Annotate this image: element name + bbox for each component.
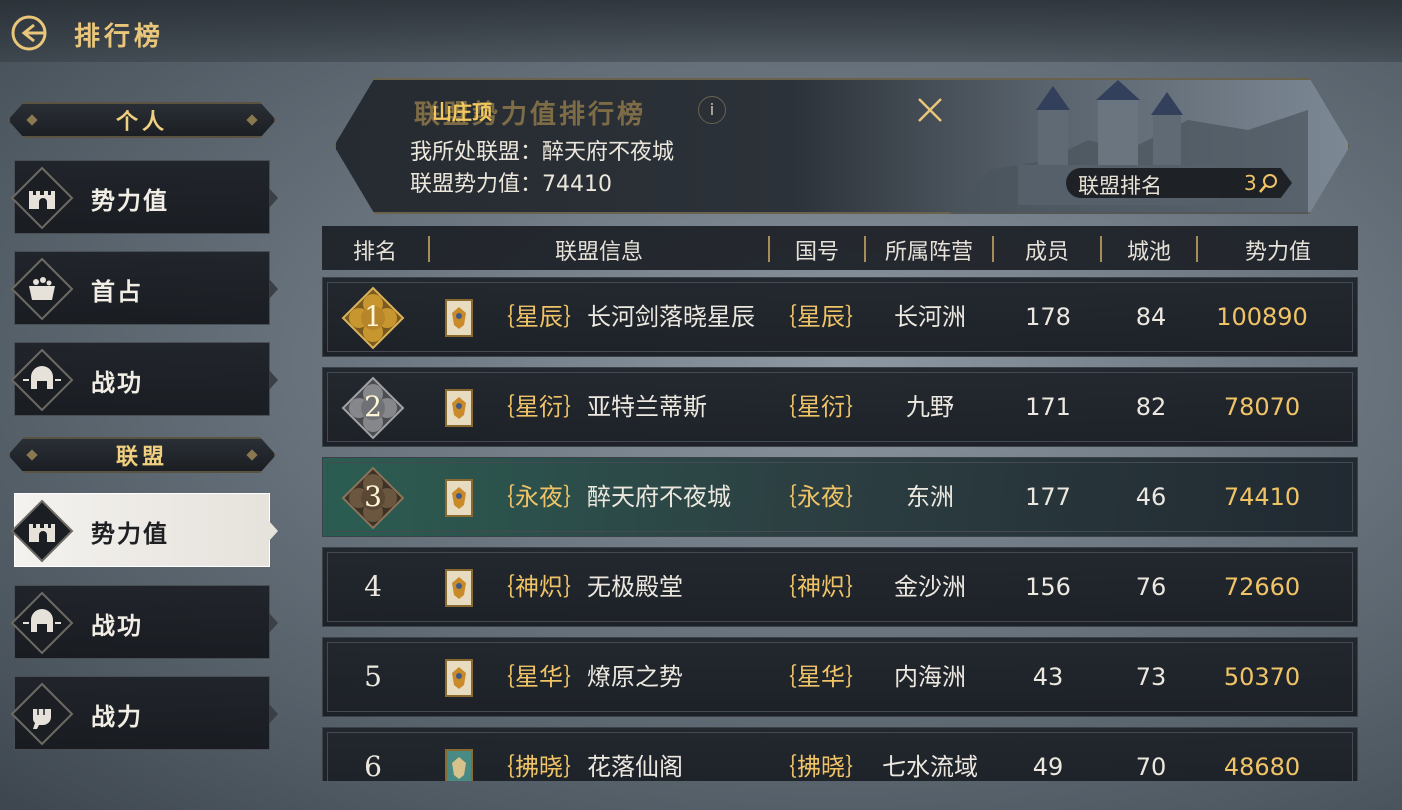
alliance-tag: ｛神炽｝ [491, 573, 587, 601]
cities-cell: 70 [1135, 753, 1167, 781]
camp-cell: 金沙洲 [894, 573, 966, 601]
alliance-flag-icon [445, 659, 473, 697]
alliance-flag-icon [445, 479, 473, 517]
power-cell: 78070 [1223, 393, 1301, 421]
camp-cell: 东洲 [906, 483, 954, 511]
members-cell: 156 [1025, 573, 1071, 601]
alliance-name: ｛神炽｝无极殿堂 [491, 548, 771, 626]
alliance-name-text: 醉天府不夜城 [587, 483, 731, 511]
alliance-name-text: 花落仙阁 [587, 753, 683, 781]
table-row[interactable]: 6 ｛拂晓｝花落仙阁 ｛拂晓｝ 七水流域 49 70 48680 [322, 727, 1358, 781]
alliance-tag: ｛星华｝ [491, 663, 587, 691]
cities-cell: 84 [1135, 303, 1167, 331]
country-cell: ｛星辰｝ [773, 303, 869, 331]
alliance-name-text: 长河剑落晓星辰 [587, 303, 755, 331]
rank-number: 2 [364, 390, 382, 423]
alliance-flag-icon [445, 389, 473, 427]
alliance-flag-icon [445, 299, 473, 337]
alliance-name: ｛永夜｝醉天府不夜城 [491, 458, 771, 536]
alliance-name: ｛拂晓｝花落仙阁 [491, 728, 771, 781]
alliance-tag: ｛拂晓｝ [491, 753, 587, 781]
rank-number: 5 [364, 660, 382, 693]
alliance-name: ｛星辰｝长河剑落晓星辰 [491, 278, 771, 356]
members-cell: 49 [1032, 753, 1064, 781]
alliance-name: ｛星衍｝亚特兰蒂斯 [491, 368, 771, 446]
rank-number: 6 [364, 750, 382, 781]
alliance-tag: ｛永夜｝ [491, 483, 587, 511]
ranking-list[interactable]: 1 ｛星辰｝长河剑落晓星辰 ｛星辰｝ 长河洲 178 84 100890 2 ｛… [0, 0, 1402, 781]
country-cell: ｛星衍｝ [773, 393, 869, 421]
alliance-name-text: 燎原之势 [587, 663, 683, 691]
members-cell: 43 [1032, 663, 1064, 691]
table-row-own-alliance[interactable]: 3 ｛永夜｝醉天府不夜城 ｛永夜｝ 东洲 177 46 74410 [322, 457, 1358, 537]
country-cell: ｛永夜｝ [773, 483, 869, 511]
alliance-flag-icon [445, 749, 473, 781]
members-cell: 177 [1025, 483, 1071, 511]
cities-cell: 46 [1135, 483, 1167, 511]
country-cell: ｛星华｝ [773, 663, 869, 691]
alliance-name-text: 亚特兰蒂斯 [587, 393, 707, 421]
camp-cell: 长河洲 [894, 303, 966, 331]
power-cell: 100890 [1216, 303, 1308, 331]
alliance-name-text: 无极殿堂 [587, 573, 683, 601]
alliance-tag: ｛星辰｝ [491, 303, 587, 331]
table-row[interactable]: 4 ｛神炽｝无极殿堂 ｛神炽｝ 金沙洲 156 76 72660 [322, 547, 1358, 627]
cities-cell: 73 [1135, 663, 1167, 691]
power-cell: 74410 [1223, 483, 1301, 511]
alliance-name: ｛星华｝燎原之势 [491, 638, 771, 716]
rank-number: 1 [364, 300, 382, 333]
camp-cell: 七水流域 [882, 753, 978, 781]
country-cell: ｛拂晓｝ [773, 753, 869, 781]
power-cell: 50370 [1223, 663, 1301, 691]
camp-cell: 九野 [906, 393, 954, 421]
rank-number: 3 [364, 480, 382, 513]
cities-cell: 76 [1135, 573, 1167, 601]
table-row[interactable]: 2 ｛星衍｝亚特兰蒂斯 ｛星衍｝ 九野 171 82 78070 [322, 367, 1358, 447]
country-cell: ｛神炽｝ [773, 573, 869, 601]
table-row[interactable]: 5 ｛星华｝燎原之势 ｛星华｝ 内海洲 43 73 50370 [322, 637, 1358, 717]
members-cell: 178 [1025, 303, 1071, 331]
alliance-tag: ｛星衍｝ [491, 393, 587, 421]
cities-cell: 82 [1135, 393, 1167, 421]
members-cell: 171 [1025, 393, 1071, 421]
power-cell: 72660 [1223, 573, 1301, 601]
table-row[interactable]: 1 ｛星辰｝长河剑落晓星辰 ｛星辰｝ 长河洲 178 84 100890 [322, 277, 1358, 357]
camp-cell: 内海洲 [894, 663, 966, 691]
power-cell: 48680 [1223, 753, 1301, 781]
alliance-flag-icon [445, 569, 473, 607]
rank-number: 4 [364, 570, 382, 603]
